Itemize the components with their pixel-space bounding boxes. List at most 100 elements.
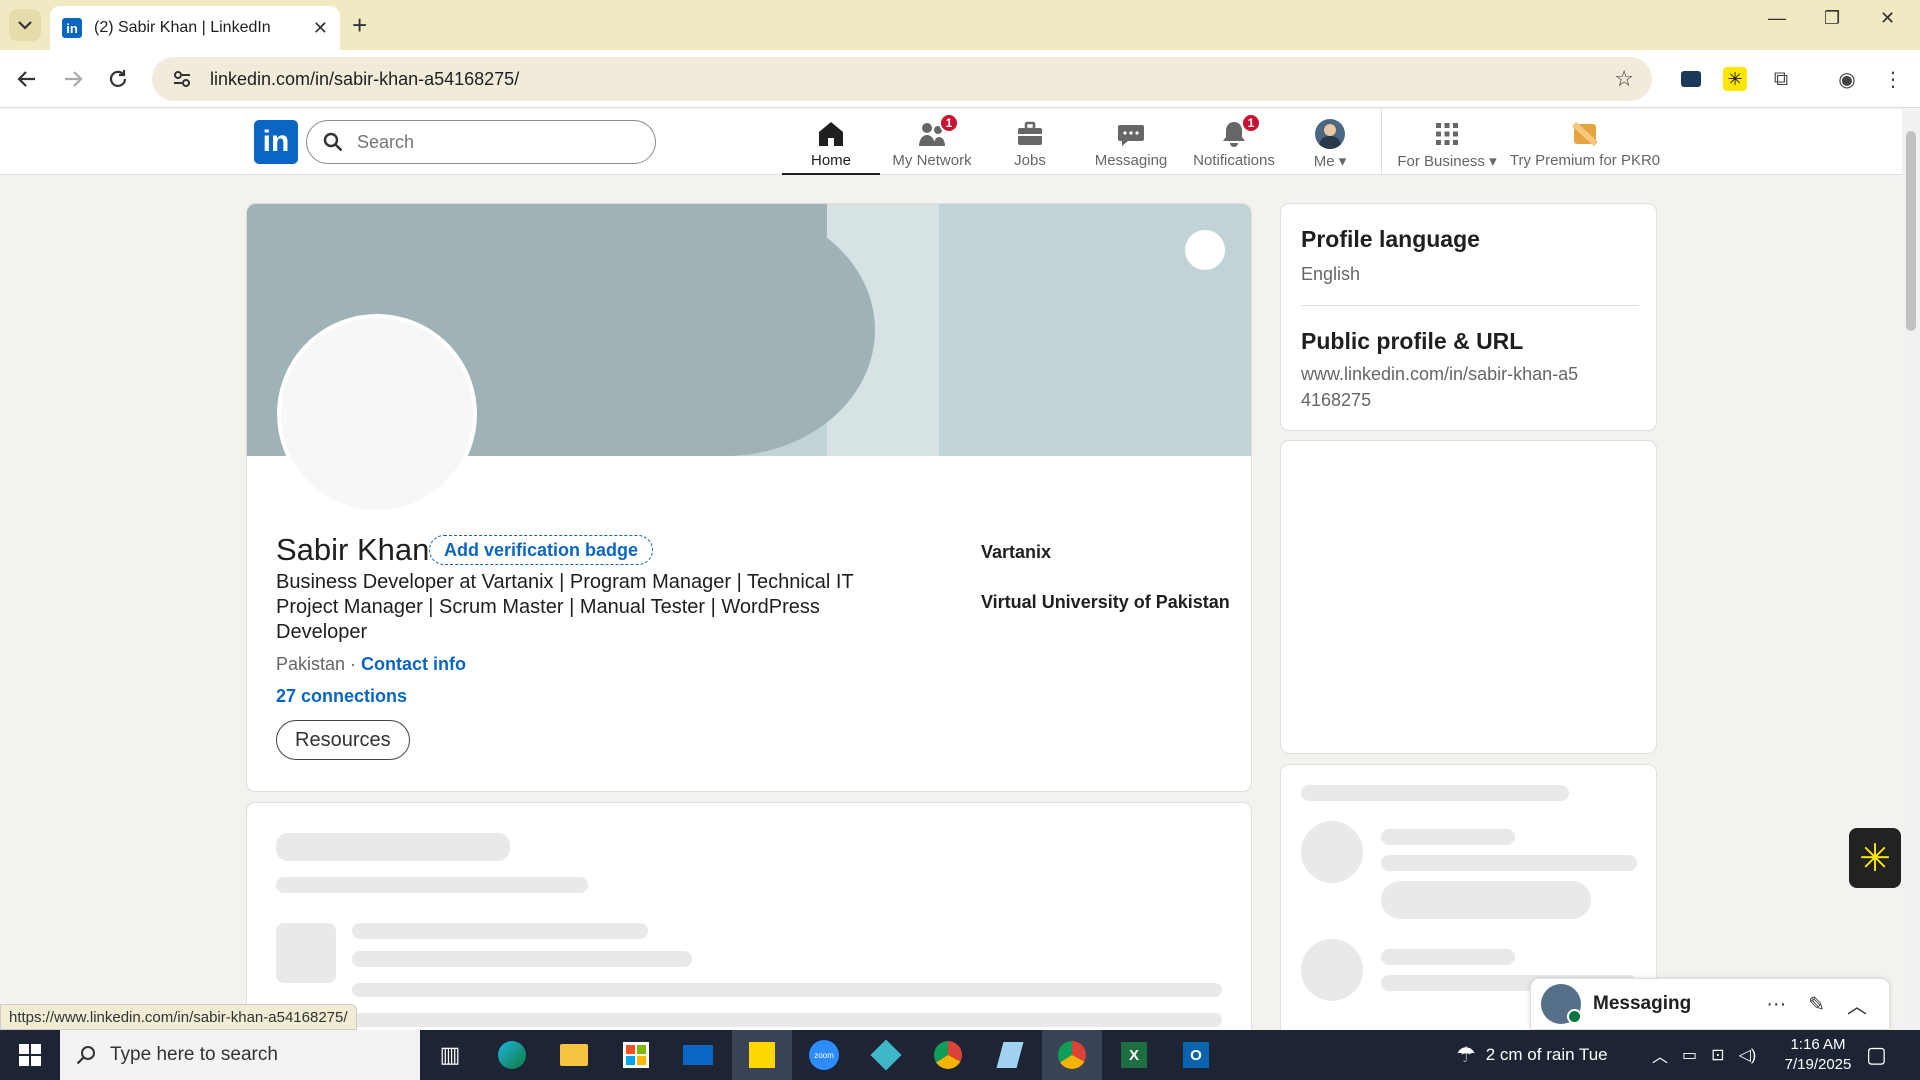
edge-icon[interactable] (482, 1030, 542, 1080)
header-divider (1381, 109, 1382, 175)
skeleton-avatar (1301, 939, 1363, 1001)
clock-date: 7/19/2025 (1784, 1056, 1852, 1073)
file-explorer-icon[interactable] (544, 1030, 604, 1080)
notifications-badge: 1 (1241, 113, 1261, 133)
restore-icon[interactable]: ❐ (1824, 8, 1840, 29)
network-icon[interactable]: ⊡ (1711, 1045, 1724, 1065)
tab-search-button[interactable] (9, 9, 41, 41)
compose-icon[interactable]: ✎ (1808, 992, 1825, 1017)
store-icon[interactable] (606, 1030, 666, 1080)
umbrella-icon: ☂ (1456, 1042, 1476, 1067)
site-info-icon[interactable] (172, 69, 192, 89)
close-window-icon[interactable]: ✕ (1880, 8, 1895, 29)
nav-home[interactable]: Home (782, 113, 880, 175)
skeleton-bar (276, 833, 510, 861)
taskbar-search[interactable]: Type here to search (60, 1030, 420, 1080)
volume-icon[interactable]: ◁) (1739, 1045, 1757, 1065)
nav-me[interactable]: Me ▾ (1306, 113, 1354, 175)
profile-location-line: Pakistan · Contact info (276, 654, 466, 675)
profile-icon[interactable]: ◉ (1834, 66, 1860, 92)
minimize-icon[interactable]: — (1768, 8, 1786, 29)
skeleton-bar (1381, 855, 1637, 871)
battery-icon[interactable]: ▭ (1682, 1045, 1697, 1065)
outlook-icon[interactable]: O (1166, 1030, 1226, 1080)
chevron-down-icon (18, 21, 32, 30)
weather-widget[interactable]: ☂ 2 cm of rain Tue (1456, 1030, 1608, 1080)
mail-icon[interactable] (668, 1030, 728, 1080)
excel-icon[interactable]: X (1104, 1030, 1164, 1080)
current-company[interactable]: Vartanix (981, 542, 1051, 563)
tab-title: (2) Sabir Khan | LinkedIn (94, 19, 271, 36)
skeleton-bar (352, 923, 648, 939)
extension-wallet-icon[interactable] (1678, 66, 1704, 92)
profile-settings-card: Profile language English Public profile … (1280, 203, 1657, 431)
chevron-up-icon[interactable]: ︿ (1847, 990, 1867, 1019)
profile-headline: Business Developer at Vartanix | Program… (276, 571, 854, 643)
education[interactable]: Virtual University of Pakistan (981, 592, 1230, 613)
clock-time: 1:16 AM (1790, 1036, 1846, 1053)
network-icon: 1 (917, 113, 959, 149)
nav-jobs[interactable]: Jobs (990, 113, 1070, 175)
clock[interactable]: 1:16 AM 7/19/2025 (1776, 1030, 1860, 1080)
windows-start-icon[interactable] (0, 1030, 60, 1080)
caret-down-icon: ▾ (1489, 153, 1497, 170)
nav-home-label: Home (810, 152, 851, 169)
back-button[interactable] (10, 62, 44, 96)
bookmark-star-icon[interactable]: ☆ (1614, 66, 1634, 92)
add-verification-badge-button[interactable]: Add verification badge (429, 535, 654, 565)
app-diamond-icon[interactable] (856, 1030, 916, 1080)
reload-button[interactable] (101, 62, 135, 96)
nav-messaging[interactable]: Messaging (1088, 113, 1174, 175)
chat-icon (1116, 119, 1146, 149)
nav-my-network[interactable]: 1 My Network (882, 113, 982, 175)
skeleton-button (1381, 881, 1591, 919)
extension-sparkle-icon[interactable]: ✳ (1722, 66, 1748, 92)
network-badge: 1 (939, 113, 959, 133)
forward-button[interactable] (56, 62, 90, 96)
task-view-icon[interactable]: ▥ (420, 1030, 480, 1080)
zoom-icon[interactable]: zoom (794, 1030, 854, 1080)
contact-info-link[interactable]: Contact info (361, 654, 466, 674)
home-icon (816, 119, 846, 149)
connections-link[interactable]: 27 connections (276, 686, 407, 707)
skeleton-bar (1381, 949, 1515, 965)
search-icon (76, 1046, 95, 1065)
scrollbar-thumb[interactable] (1906, 131, 1916, 331)
loading-section-card (246, 802, 1252, 1042)
nav-for-business[interactable]: For Business ▾ (1392, 113, 1502, 175)
edit-banner-button[interactable] (1185, 230, 1225, 270)
chrome-profile-icon[interactable] (918, 1030, 978, 1080)
arrow-right-icon (65, 71, 83, 87)
profile-photo[interactable] (277, 314, 477, 514)
nav-notifications-label: Notifications (1193, 152, 1275, 169)
messaging-dock[interactable]: Messaging ··· ✎ ︿ (1530, 978, 1890, 1030)
search-input[interactable] (357, 131, 637, 153)
sticky-notes-icon[interactable] (732, 1030, 792, 1080)
new-tab-button[interactable]: + (352, 10, 367, 41)
skeleton-bar (352, 1013, 1222, 1027)
caret-down-icon: ▾ (1338, 153, 1347, 170)
notification-center-icon[interactable]: ▢ (1866, 1030, 1887, 1080)
browser-menu-icon[interactable]: ⋮ (1880, 66, 1906, 92)
sparkle-extension-button[interactable]: ✳ (1849, 828, 1901, 888)
page-scrollbar[interactable] (1902, 109, 1920, 1030)
address-bar[interactable]: linkedin.com/in/sabir-khan-a54168275/ ☆ (152, 57, 1652, 101)
chrome-icon[interactable] (1042, 1030, 1102, 1080)
more-options-icon[interactable]: ··· (1766, 993, 1786, 1016)
nav-try-premium[interactable]: Try Premium for PKR0 (1510, 113, 1660, 175)
premium-icon (1570, 119, 1600, 149)
close-tab-icon[interactable]: ✕ (313, 18, 328, 39)
linkedin-logo[interactable]: in (254, 120, 298, 164)
nav-notifications[interactable]: 1 Notifications (1184, 113, 1284, 175)
public-profile-title: Public profile & URL (1301, 328, 1524, 354)
rail-divider (1301, 305, 1639, 306)
nav-my-network-label: My Network (892, 152, 972, 169)
resources-button[interactable]: Resources (276, 720, 410, 760)
messaging-avatar (1541, 984, 1582, 1024)
chevron-up-icon[interactable]: ︿ (1652, 1043, 1668, 1067)
search-box[interactable] (306, 120, 656, 164)
location-separator: · (345, 654, 362, 674)
extensions-puzzle-icon[interactable]: ⧉ (1768, 66, 1794, 92)
notepad-icon[interactable] (980, 1030, 1040, 1080)
browser-tab-active[interactable]: in (2) Sabir Khan | LinkedIn ✕ (50, 6, 340, 50)
